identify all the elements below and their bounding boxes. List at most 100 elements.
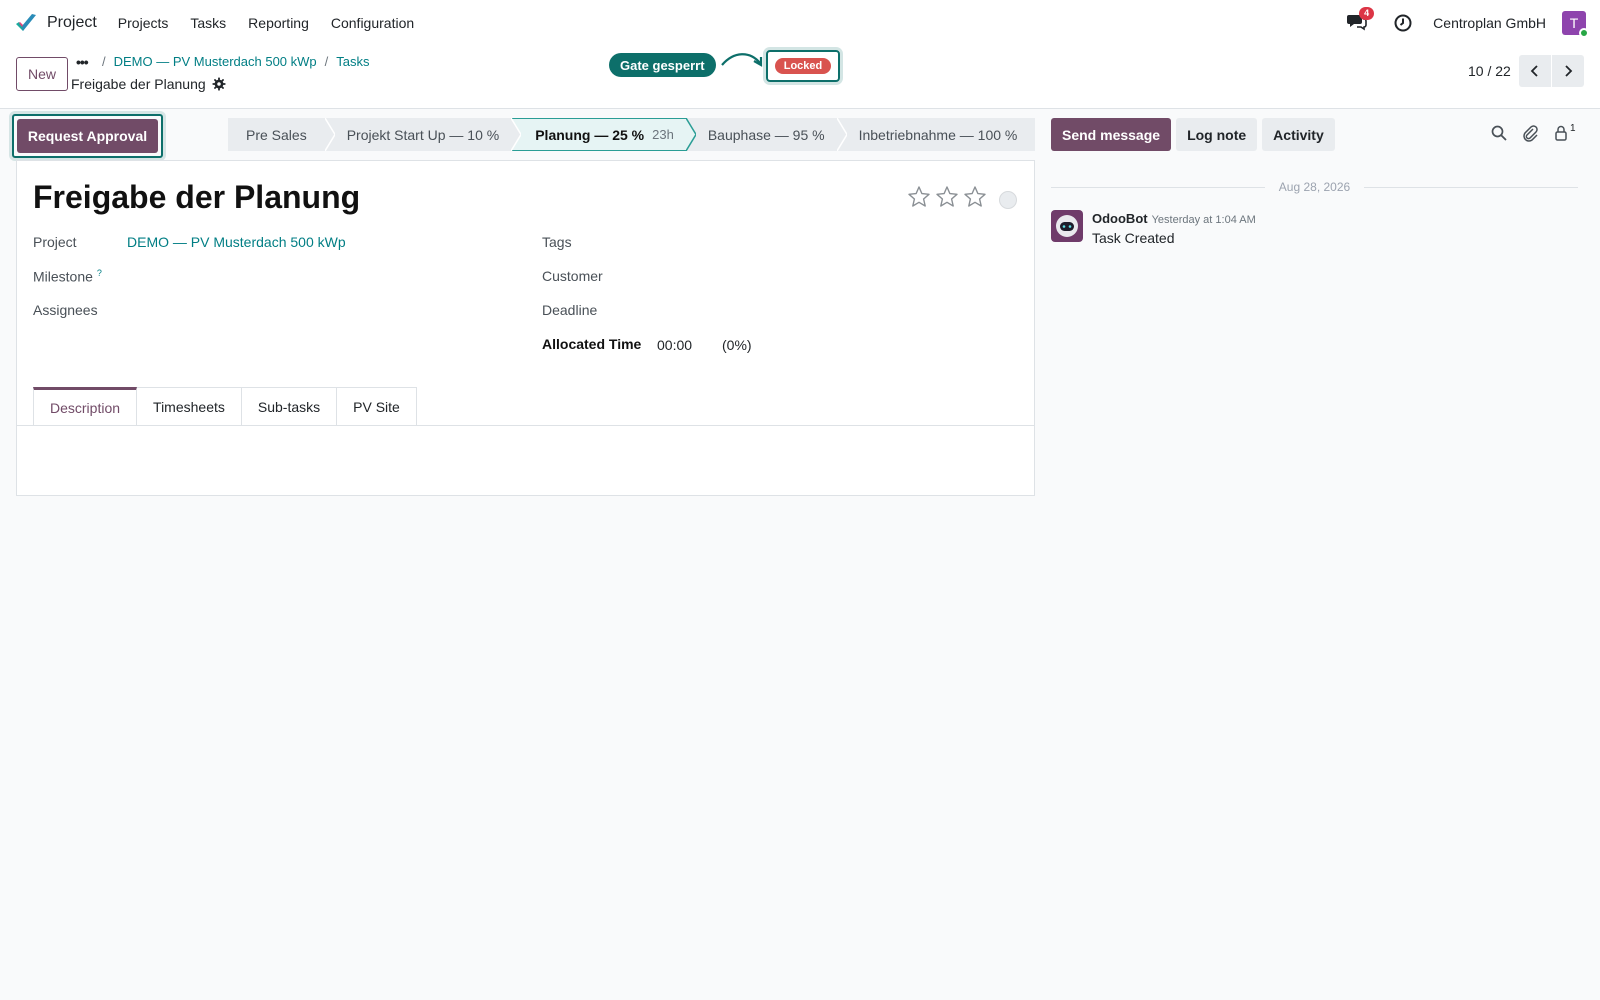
- navbar-systray: 4 Centroplan GmbH T: [1347, 0, 1589, 46]
- pager-next-button[interactable]: [1552, 55, 1584, 87]
- locked-highlight: Locked: [766, 50, 840, 82]
- search-icon[interactable]: [1490, 124, 1508, 142]
- message-time: Yesterday at 1:04 AM: [1151, 214, 1256, 226]
- breadcrumb-project[interactable]: DEMO — PV Musterdach 500 kWp: [114, 54, 317, 69]
- chatter-topbar-icons: 1: [1490, 122, 1576, 142]
- app-brand[interactable]: Project: [14, 11, 97, 35]
- chevron-right-icon: [1565, 65, 1573, 77]
- company-switcher[interactable]: Centroplan GmbH: [1433, 15, 1546, 31]
- form-sheet: Freigabe der Planung Project DEMO — PV M…: [16, 160, 1035, 496]
- tab-pv-site[interactable]: PV Site: [337, 387, 417, 426]
- chatter-message: OdooBot Yesterday at 1:04 AM Task Created: [1051, 210, 1256, 246]
- breadcrumb-current-record: Freigabe der Planung: [71, 76, 226, 92]
- kanban-state-dot[interactable]: [999, 191, 1017, 209]
- log-note-button[interactable]: Log note: [1176, 118, 1258, 151]
- stage-label: Bauphase — 95 %: [707, 126, 825, 143]
- star-icon[interactable]: [963, 185, 987, 209]
- request-approval-button[interactable]: Request Approval: [17, 119, 158, 153]
- unread-count-badge: 4: [1359, 7, 1375, 20]
- main-menu: Projects Tasks Reporting Configuration: [118, 15, 436, 31]
- stage-chevron: [685, 118, 696, 151]
- pager-previous-button[interactable]: [1519, 55, 1551, 87]
- pager-value[interactable]: 10 / 22: [1468, 63, 1511, 79]
- menu-projects[interactable]: Projects: [118, 15, 169, 31]
- robot-face-icon: [1056, 215, 1078, 237]
- milestone-help-tooltip[interactable]: ?: [97, 268, 102, 278]
- message-text: Task Created: [1092, 230, 1175, 246]
- assignees-label: Assignees: [33, 302, 98, 318]
- stage-projekt-start-up[interactable]: Projekt Start Up — 10 %: [324, 118, 522, 151]
- control-panel: New ••• / DEMO — PV Musterdach 500 kWp /…: [0, 46, 1600, 109]
- stage-bauphase[interactable]: Bauphase — 95 %: [685, 118, 847, 151]
- breadcrumb-separator: /: [324, 54, 329, 69]
- milestone-label: Milestone?: [33, 268, 102, 285]
- avatar-letter: T: [1569, 15, 1579, 31]
- notebook-tabs: Description Timesheets Sub-tasks PV Site: [33, 387, 417, 426]
- stage-chevron: [324, 118, 335, 151]
- clock-icon: [1394, 14, 1412, 32]
- stage-label: Inbetriebnahme — 100 %: [858, 126, 1018, 143]
- stage-label: Pre Sales: [246, 126, 307, 143]
- chevron-left-icon: [1530, 65, 1538, 77]
- tab-timesheets[interactable]: Timesheets: [137, 387, 242, 426]
- stage-chevron: [836, 118, 847, 151]
- breadcrumb: / DEMO — PV Musterdach 500 kWp / Tasks: [102, 54, 378, 69]
- menu-tasks[interactable]: Tasks: [190, 15, 226, 31]
- message-author[interactable]: OdooBot: [1092, 211, 1148, 226]
- tab-divider: [17, 425, 1034, 426]
- breadcrumb-tasks[interactable]: Tasks: [336, 54, 369, 69]
- date-separator: Aug 28, 2026: [1051, 180, 1578, 194]
- allocated-time-field[interactable]: 00:00: [657, 337, 692, 353]
- stage-label: Planung — 25 %: [535, 126, 645, 143]
- chatter-actions: Send message Log note Activity: [1051, 118, 1340, 151]
- new-button[interactable]: New: [16, 57, 69, 91]
- allocated-time-percent: (0%): [722, 337, 752, 353]
- stage-inbetriebnahme[interactable]: Inbetriebnahme — 100 %: [836, 118, 1036, 151]
- task-title[interactable]: Freigabe der Planung: [33, 179, 360, 216]
- breadcrumb-separator: /: [102, 54, 106, 69]
- stage-pre-sales[interactable]: Pre Sales: [228, 118, 335, 151]
- send-message-button[interactable]: Send message: [1051, 118, 1172, 151]
- tab-description[interactable]: Description: [33, 387, 138, 426]
- gate-locked-annotation: Gate gesperrt: [609, 53, 716, 77]
- message-body: OdooBot Yesterday at 1:04 AM Task Created: [1092, 210, 1256, 246]
- message-header: OdooBot Yesterday at 1:04 AM: [1092, 210, 1256, 226]
- top-navbar: Project Projects Tasks Reporting Configu…: [0, 0, 1600, 46]
- menu-configuration[interactable]: Configuration: [331, 15, 414, 31]
- user-avatar[interactable]: T: [1562, 11, 1589, 38]
- lock-follower-icon[interactable]: [1552, 124, 1570, 142]
- deadline-label: Deadline: [542, 302, 598, 318]
- stage-chevron: [511, 118, 522, 151]
- stage-planung[interactable]: Planung — 25 % 23h: [511, 118, 696, 151]
- current-record-title: Freigabe der Planung: [71, 76, 206, 92]
- stage-statusbar: Pre Sales Projekt Start Up — 10 % Planun…: [228, 118, 1036, 151]
- online-status-dot: [1579, 28, 1589, 38]
- stage-duration: 23h: [652, 127, 674, 142]
- locked-badge: Locked: [774, 58, 832, 74]
- tags-label: Tags: [542, 234, 572, 250]
- priority-widget: [907, 185, 991, 209]
- odoobot-avatar[interactable]: [1051, 210, 1083, 242]
- stage-label: Projekt Start Up — 10 %: [346, 126, 500, 143]
- messaging-menu[interactable]: 4: [1347, 7, 1375, 35]
- tab-sub-tasks[interactable]: Sub-tasks: [241, 387, 338, 426]
- activity-menu[interactable]: [1393, 13, 1413, 33]
- star-icon[interactable]: [935, 185, 959, 209]
- date-label: Aug 28, 2026: [1278, 180, 1351, 194]
- milestone-label-text: Milestone: [33, 268, 93, 285]
- gear-icon[interactable]: [212, 77, 226, 91]
- menu-reporting[interactable]: Reporting: [248, 15, 309, 31]
- annotation-arrow-icon: [721, 53, 763, 67]
- app-name: Project: [47, 14, 97, 31]
- paperclip-icon[interactable]: [1521, 124, 1539, 142]
- star-icon[interactable]: [907, 185, 931, 209]
- breadcrumb-more-button[interactable]: •••: [76, 54, 89, 70]
- project-app-icon: [16, 14, 36, 31]
- project-label: Project: [33, 234, 77, 250]
- activity-button[interactable]: Activity: [1262, 118, 1335, 151]
- allocated-time-label: Allocated Time: [542, 336, 642, 352]
- request-approval-highlight: Request Approval: [12, 114, 163, 158]
- followers-count: 1: [1570, 122, 1576, 134]
- customer-label: Customer: [542, 268, 603, 284]
- project-field[interactable]: DEMO — PV Musterdach 500 kWp: [127, 234, 346, 250]
